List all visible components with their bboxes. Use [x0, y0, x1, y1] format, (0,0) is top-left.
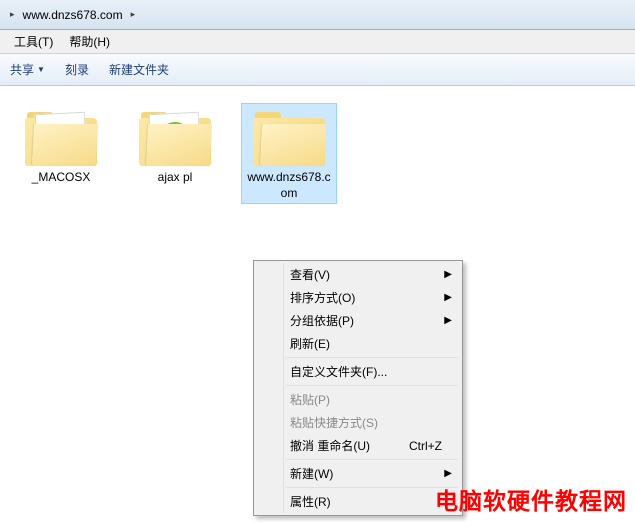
menu-separator	[286, 385, 458, 386]
submenu-arrow-icon: ▶	[444, 468, 452, 479]
menu-new[interactable]: 新建(W) ▶	[256, 462, 460, 485]
address-bar: ▸ www.dnzs678.com ▸	[0, 0, 635, 30]
folder-icon	[253, 106, 325, 166]
menu-label: 撤消 重命名(U)	[290, 437, 370, 454]
submenu-arrow-icon: ▶	[444, 315, 452, 326]
watermark: 电脑软硬件教程网	[435, 482, 627, 516]
menu-paste: 粘贴(P)	[256, 388, 460, 411]
context-menu: 查看(V) ▶ 排序方式(O) ▶ 分组依据(P) ▶ 刷新(E) 自定义文件夹…	[253, 260, 463, 516]
menu-tools[interactable]: 工具(T)	[8, 31, 59, 52]
folder-item-dnzs678[interactable]: www.dnzs678.com	[242, 104, 336, 203]
menu-group[interactable]: 分组依据(P) ▶	[256, 309, 460, 332]
folder-icon	[139, 106, 211, 166]
toolbar-share-label: 共享	[10, 61, 34, 78]
menu-shortcut: Ctrl+Z	[409, 439, 442, 453]
breadcrumb-segment[interactable]: www.dnzs678.com ▸	[21, 4, 142, 26]
toolbar-share[interactable]: 共享 ▼	[10, 61, 45, 78]
menu-refresh[interactable]: 刷新(E)	[256, 332, 460, 355]
menu-paste-shortcut: 粘贴快捷方式(S)	[256, 411, 460, 434]
breadcrumb-back[interactable]: ▸	[4, 5, 21, 24]
menu-sort[interactable]: 排序方式(O) ▶	[256, 286, 460, 309]
menu-undo[interactable]: 撤消 重命名(U) Ctrl+Z	[256, 434, 460, 457]
chevron-right-icon: ▸	[4, 5, 21, 24]
menu-label: 查看(V)	[290, 266, 330, 283]
chevron-down-icon: ▼	[37, 65, 45, 74]
toolbar-new-folder-label: 新建文件夹	[109, 61, 169, 78]
menu-separator	[286, 459, 458, 460]
menu-label: 自定义文件夹(F)...	[290, 363, 387, 380]
submenu-arrow-icon: ▶	[444, 269, 452, 280]
item-label: _MACOSX	[32, 170, 91, 186]
menu-view[interactable]: 查看(V) ▶	[256, 263, 460, 286]
menu-bar: 工具(T) 帮助(H)	[0, 30, 635, 54]
toolbar-new-folder[interactable]: 新建文件夹	[109, 61, 169, 78]
menu-label: 粘贴(P)	[290, 391, 330, 408]
menu-label: 刷新(E)	[290, 335, 330, 352]
toolbar-burn[interactable]: 刻录	[65, 61, 89, 78]
folder-item-macosx[interactable]: _MACOSX	[14, 104, 108, 188]
breadcrumb-text: www.dnzs678.com	[21, 4, 125, 26]
menu-label: 粘贴快捷方式(S)	[290, 414, 378, 431]
menu-label: 属性(R)	[290, 493, 331, 510]
folder-item-ajax[interactable]: ajax pl	[128, 104, 222, 188]
menu-customize[interactable]: 自定义文件夹(F)...	[256, 360, 460, 383]
menu-label: 新建(W)	[290, 465, 333, 482]
menu-separator	[286, 357, 458, 358]
toolbar-burn-label: 刻录	[65, 61, 89, 78]
folder-icon	[25, 106, 97, 166]
chevron-right-icon: ▸	[125, 5, 142, 24]
submenu-arrow-icon: ▶	[444, 292, 452, 303]
menu-properties[interactable]: 属性(R)	[256, 490, 460, 513]
menu-label: 排序方式(O)	[290, 289, 355, 306]
item-label: www.dnzs678.com	[244, 170, 334, 201]
menu-separator	[286, 487, 458, 488]
toolbar: 共享 ▼ 刻录 新建文件夹	[0, 54, 635, 86]
item-label: ajax pl	[158, 170, 193, 186]
menu-help[interactable]: 帮助(H)	[63, 31, 116, 52]
menu-label: 分组依据(P)	[290, 312, 354, 329]
